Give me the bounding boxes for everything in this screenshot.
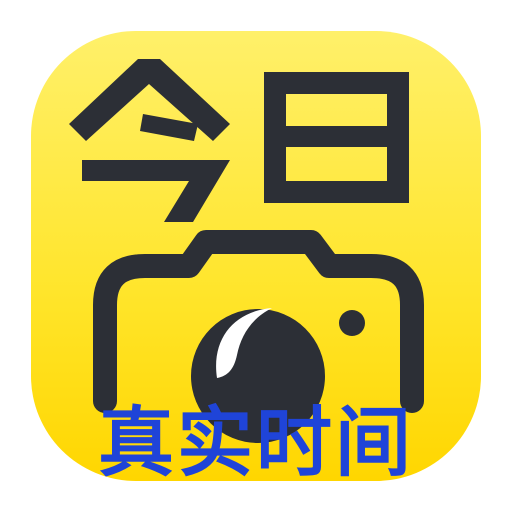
app-icon-screen: 真实时间 (0, 0, 512, 512)
caption-title: 真实时间 (98, 398, 414, 487)
logo-ri-frame (264, 72, 409, 203)
camera-flash-dot (339, 310, 365, 336)
